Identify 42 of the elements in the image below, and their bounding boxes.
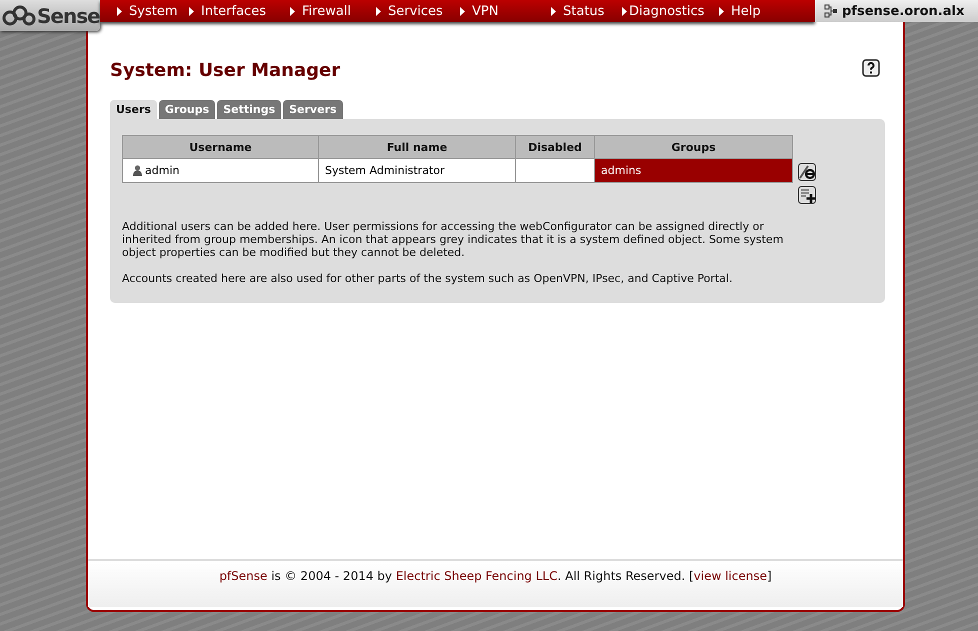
table-cell: admins (594, 158, 792, 182)
column-header: Full name (318, 136, 516, 158)
help-icon[interactable] (862, 59, 880, 77)
column-header: Disabled (516, 136, 594, 158)
caret-icon (189, 6, 195, 16)
footer-link[interactable]: pfSense (219, 569, 268, 583)
menu-item[interactable]: Interfaces (186, 0, 273, 22)
table-cell: admin (145, 164, 180, 177)
tab[interactable]: Servers (283, 100, 343, 119)
table-cell: System Administrator (318, 158, 516, 182)
add-icon[interactable] (798, 186, 816, 204)
caret-icon (376, 6, 382, 16)
tab[interactable]: Users (110, 100, 157, 119)
menu-item[interactable]: Diagnostics (620, 0, 711, 22)
page-title: System: User Manager (110, 60, 340, 83)
edit-icon[interactable] (798, 163, 816, 181)
help-text: Additional users can be added here. User permissions for accessing the webConfigurator can be assigned directly or inherited from group memberships. An icon that appears grey indicates that it is a system defined object. Some system object properties can be modified but they cannot be deleted. (122, 220, 784, 259)
menu-item[interactable]: Firewall (273, 0, 359, 22)
menu-item[interactable]: Status (534, 0, 620, 22)
footer-link[interactable]: Electric Sheep Fencing LLC (396, 569, 558, 583)
caret-icon (719, 6, 725, 16)
menu-item[interactable]: System (100, 0, 186, 22)
copyright-text: pfSense is © 2004 - 2014 by Electric Sheep Fencing LLC. All Rights Reserved. [view license] (219, 569, 772, 585)
caret-icon (551, 6, 557, 16)
menu-item[interactable]: Help (711, 0, 779, 22)
hostname: pfsense.oron.alx (842, 4, 964, 18)
caret-icon (460, 6, 466, 16)
help-text: Accounts created here are also used for other parts of the system such as OpenVPN, IPsec, and Captive Portal. (122, 272, 734, 285)
network-icon (824, 4, 838, 18)
footer-link[interactable]: view license (694, 569, 767, 583)
menu-item[interactable]: Services (359, 0, 458, 22)
menu-item[interactable]: VPN (458, 0, 534, 22)
column-header: Groups (594, 136, 792, 158)
column-header: Username (122, 136, 318, 158)
user-icon (133, 165, 142, 176)
logo-icon (2, 4, 36, 26)
caret-icon (290, 6, 296, 16)
tab[interactable]: Settings (217, 100, 282, 119)
logo[interactable]: Sense (0, 0, 100, 31)
tab[interactable]: Groups (158, 100, 216, 119)
caret-icon (622, 6, 628, 16)
caret-icon (117, 6, 123, 16)
